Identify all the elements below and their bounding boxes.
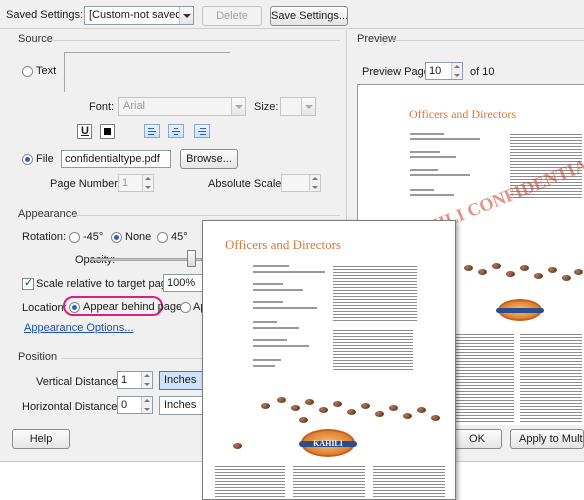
page-number-value: 1 (122, 177, 129, 189)
stepper-arrows-icon[interactable] (309, 175, 320, 191)
rotation-label: Rotation: (22, 231, 67, 243)
scale-label: Scale relative to target page (36, 278, 173, 290)
appearance-title: Appearance (18, 208, 78, 220)
horizontal-unit-value: Inches (164, 399, 197, 411)
chevron-down-icon (231, 98, 245, 115)
top-divider (0, 28, 584, 29)
stepper-arrows-icon[interactable] (142, 175, 153, 191)
chevron-down-icon (179, 7, 193, 24)
appearance-divider (72, 215, 340, 216)
help-button[interactable]: Help (12, 429, 70, 449)
text-input-area[interactable] (64, 52, 230, 92)
stepper-arrows-icon[interactable] (141, 397, 152, 413)
stepper-arrows-icon[interactable] (141, 372, 152, 388)
preview-page-stepper[interactable]: 10 (425, 62, 463, 80)
preview-doc-title: Officers and Directors (409, 107, 517, 121)
appearance-options-link[interactable]: Appearance Options... (24, 322, 133, 334)
align-center-button[interactable] (168, 124, 184, 138)
rotation-neg45-label: -45° (83, 231, 104, 243)
source-divider (50, 40, 340, 41)
location-label: Location: (22, 302, 67, 314)
preview-page-value: 10 (429, 65, 442, 77)
vertical-distance-label: Vertical Distance: (36, 376, 121, 388)
font-value: Arial (123, 100, 146, 112)
vertical-distance-value: 1 (121, 374, 128, 386)
opacity-slider-handle[interactable] (186, 250, 196, 267)
file-path-value: confidentialtype.pdf (65, 153, 160, 165)
source-title: Source (18, 33, 53, 45)
preview-page-label: Preview Page (362, 66, 430, 78)
horizontal-distance-label: Horizontal Distance: (22, 401, 121, 413)
size-label: Size: (254, 101, 279, 113)
scale-checkbox[interactable] (22, 276, 34, 290)
apply-to-multiple-button[interactable]: Apply to Multiple (510, 429, 584, 449)
save-settings-button[interactable]: Save Settings... (270, 6, 348, 26)
absolute-scale-label: Absolute Scale: (208, 178, 285, 190)
example-document-page: Officers and Directors KAHILI (202, 220, 456, 500)
rotation-none-radio[interactable] (111, 232, 122, 243)
stepper-arrows-icon[interactable] (451, 63, 462, 79)
horizontal-distance-stepper[interactable]: 0 (117, 396, 153, 414)
browse-button[interactable]: Browse... (180, 149, 238, 169)
rotation-45-radio[interactable] (157, 232, 168, 243)
underline-button[interactable]: U (77, 124, 92, 139)
chevron-down-icon (301, 98, 315, 115)
preview-page-count: of 10 (470, 66, 495, 78)
behind-page-label: Appear behind page (83, 301, 183, 313)
delete-button[interactable]: Delete (202, 6, 262, 26)
size-dropdown[interactable] (280, 97, 316, 116)
file-path-field[interactable]: confidentialtype.pdf (61, 150, 171, 168)
align-right-button[interactable] (194, 124, 210, 138)
text-radio[interactable] (22, 66, 33, 77)
rotation-none-label: None (125, 231, 152, 243)
ok-button[interactable]: OK (452, 429, 502, 449)
on-top-radio[interactable] (180, 302, 191, 313)
absolute-scale-stepper[interactable] (281, 174, 321, 192)
font-dropdown[interactable]: Arial (118, 97, 246, 116)
file-radio[interactable] (22, 154, 33, 165)
preview-divider (392, 40, 584, 41)
scale-percent-value: 100% (167, 277, 196, 289)
font-label: Font: (89, 101, 115, 113)
color-swatch-icon (104, 128, 111, 135)
underline-icon: U (81, 125, 89, 137)
page-doc-title: Officers and Directors (225, 237, 341, 252)
position-title: Position (18, 351, 58, 363)
saved-settings-value: [Custom-not saved] (89, 9, 185, 21)
saved-settings-dropdown[interactable]: [Custom-not saved] (84, 6, 194, 25)
color-swatch-button[interactable] (100, 124, 115, 139)
preview-title: Preview (357, 33, 397, 45)
preview-logo (496, 299, 544, 321)
horizontal-distance-value: 0 (121, 399, 128, 411)
saved-settings-label: Saved Settings: (6, 9, 84, 21)
file-radio-label: File (36, 153, 54, 165)
align-left-button[interactable] (144, 124, 160, 138)
kahili-logo: KAHILI (299, 429, 357, 457)
rotation-neg45-radio[interactable] (69, 232, 80, 243)
behind-page-radio[interactable] (69, 302, 80, 313)
vertical-distance-stepper[interactable]: 1 (117, 371, 153, 389)
logo-text: KAHILI (313, 439, 343, 449)
page-number-stepper[interactable]: 1 (118, 174, 154, 192)
opacity-slider-track[interactable] (92, 258, 202, 261)
rotation-45-label: 45° (171, 231, 188, 243)
text-radio-label: Text (36, 65, 57, 77)
scale-percent-field[interactable]: 100% (163, 274, 205, 292)
vertical-unit-value: Inches (164, 374, 197, 386)
page-number-label: Page Number: (50, 178, 121, 190)
